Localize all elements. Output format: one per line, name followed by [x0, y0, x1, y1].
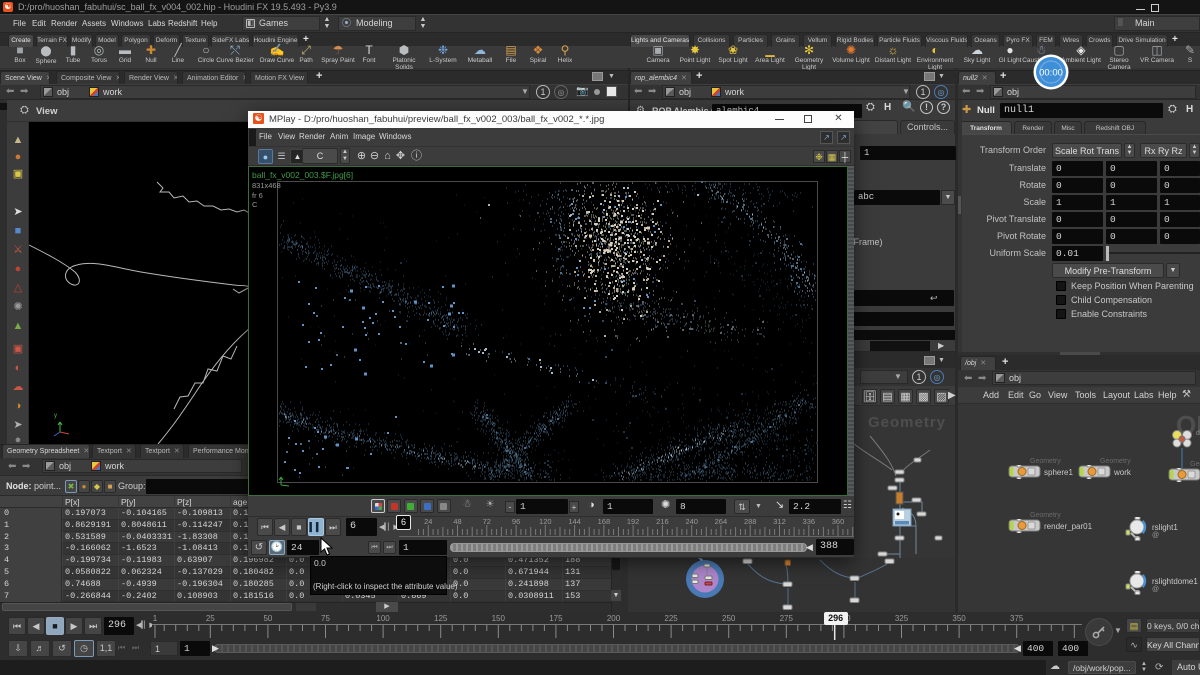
svg-text:y: y	[54, 413, 57, 419]
svg-text:24: 24	[424, 517, 432, 526]
svg-text:175: 175	[549, 614, 563, 623]
svg-text:360: 360	[832, 517, 845, 526]
svg-text:48: 48	[453, 517, 461, 526]
svg-text:240: 240	[685, 517, 698, 526]
svg-text:200: 200	[607, 614, 621, 623]
svg-text:312: 312	[773, 517, 786, 526]
svg-text:00:00: 00:00	[1039, 68, 1063, 79]
svg-text:288: 288	[744, 517, 757, 526]
svg-text:336: 336	[803, 517, 816, 526]
svg-text:125: 125	[434, 614, 448, 623]
svg-text:225: 225	[664, 614, 678, 623]
svg-text:250: 250	[722, 614, 736, 623]
svg-text:75: 75	[321, 614, 330, 623]
svg-text:264: 264	[715, 517, 728, 526]
svg-text:168: 168	[598, 517, 611, 526]
svg-text:96: 96	[512, 517, 520, 526]
svg-text:25: 25	[206, 614, 215, 623]
svg-text:275: 275	[780, 614, 794, 623]
svg-text:144: 144	[568, 517, 581, 526]
svg-text:1: 1	[153, 614, 158, 623]
svg-text:72: 72	[483, 517, 491, 526]
svg-text:150: 150	[492, 614, 506, 623]
svg-text:375: 375	[1010, 614, 1024, 623]
svg-text:350: 350	[952, 614, 966, 623]
svg-text:216: 216	[656, 517, 669, 526]
svg-text:120: 120	[539, 517, 552, 526]
svg-text:50: 50	[263, 614, 272, 623]
svg-text:192: 192	[627, 517, 640, 526]
svg-text:100: 100	[376, 614, 390, 623]
svg-text:325: 325	[895, 614, 909, 623]
